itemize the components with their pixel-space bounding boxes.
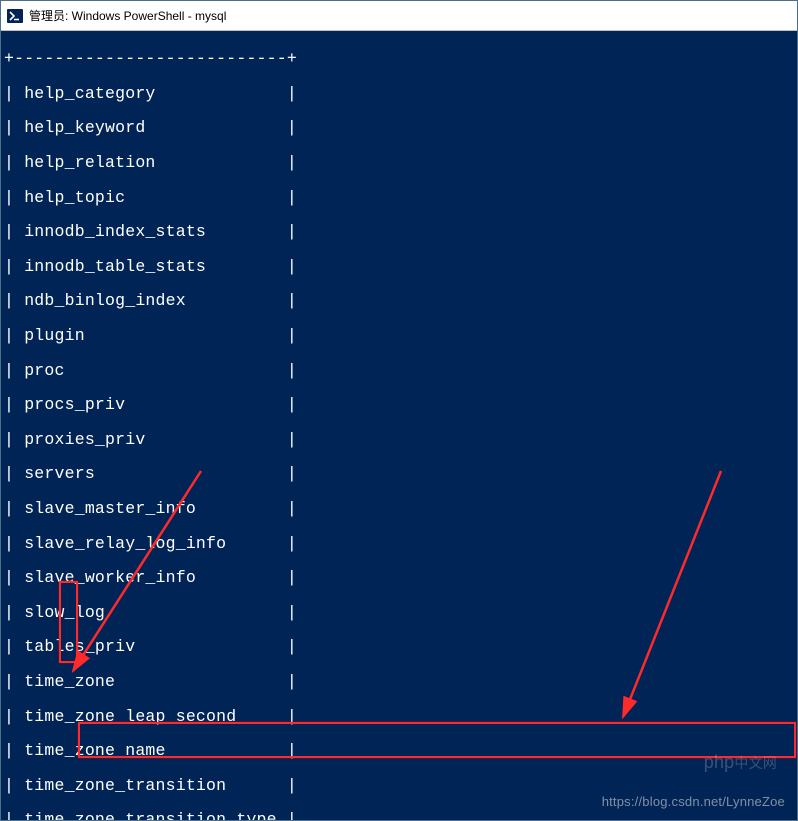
table-row: | help_topic | (4, 189, 797, 206)
window-title: 管理员: Windows PowerShell - mysql (29, 7, 226, 24)
table-row: | time_zone_transition_type | (4, 811, 797, 820)
table-row: | help_relation | (4, 154, 797, 171)
table-row: | slave_relay_log_info | (4, 535, 797, 552)
terminal[interactable]: +---------------------------+ | help_cat… (1, 31, 797, 820)
table-row: | time_zone_transition | (4, 777, 797, 794)
table-row: | plugin | (4, 327, 797, 344)
table-row: | help_category | (4, 85, 797, 102)
table-row: | procs_priv | (4, 396, 797, 413)
table-row: | innodb_index_stats | (4, 223, 797, 240)
table-row: | innodb_table_stats | (4, 258, 797, 275)
table-row: | proxies_priv | (4, 431, 797, 448)
table-row: | time_zone_leap_second | (4, 708, 797, 725)
table-row: | slave_worker_info | (4, 569, 797, 586)
arrow-annotation-2-icon (1, 31, 797, 820)
table-row: | tables_priv | (4, 638, 797, 655)
watermark-csdn: https://blog.csdn.net/LynneZoe (602, 793, 785, 810)
table-row: | proc | (4, 362, 797, 379)
arrow-annotation-1-icon (1, 31, 797, 820)
table-row: | time_zone | (4, 673, 797, 690)
table-row: | servers | (4, 465, 797, 482)
table-row: | time_zone_name | (4, 742, 797, 759)
table-row: | slave_master_info | (4, 500, 797, 517)
table-row: | slow_log | (4, 604, 797, 621)
powershell-window: 管理员: Windows PowerShell - mysql +-------… (0, 0, 798, 821)
powershell-icon (7, 8, 23, 24)
table-row: | ndb_binlog_index | (4, 292, 797, 309)
titlebar[interactable]: 管理员: Windows PowerShell - mysql (1, 1, 797, 31)
table-border: +---------------------------+ (4, 50, 797, 67)
table-row: | help_keyword | (4, 119, 797, 136)
